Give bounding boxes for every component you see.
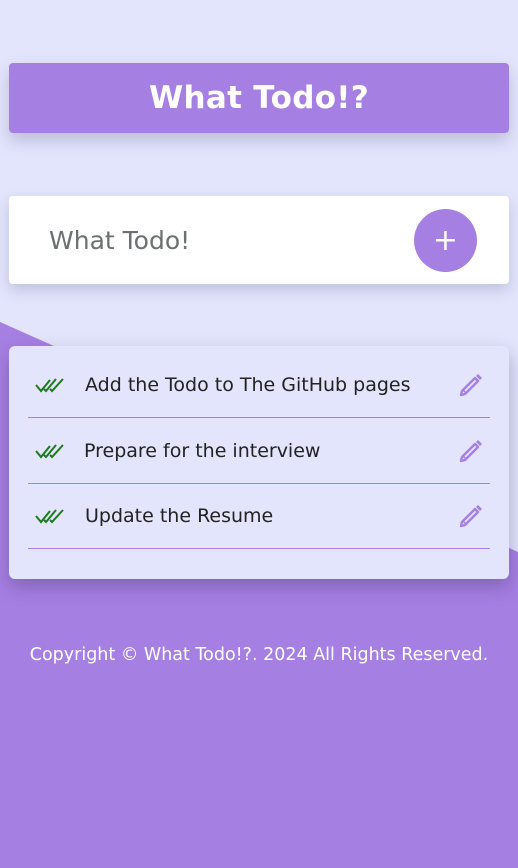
todo-item: Add the Todo to The GitHub pages <box>28 352 490 418</box>
pencil-icon[interactable] <box>458 372 484 398</box>
todo-text: Prepare for the interview <box>84 439 321 462</box>
todo-text: Add the Todo to The GitHub pages <box>85 373 411 396</box>
app-title: What Todo!? <box>148 80 370 116</box>
pencil-icon[interactable] <box>458 503 484 529</box>
add-todo-button[interactable]: + <box>414 209 477 272</box>
todo-item: Prepare for the interview <box>28 418 490 484</box>
todo-input[interactable] <box>49 220 389 260</box>
plus-icon: + <box>432 223 459 258</box>
double-check-icon[interactable] <box>35 375 65 395</box>
todo-list: Add the Todo to The GitHub pages Prepare… <box>9 346 509 579</box>
app-header: What Todo!? <box>9 63 509 133</box>
footer-copyright: Copyright © What Todo!?. 2024 All Rights… <box>29 645 489 665</box>
todo-text: Update the Resume <box>85 504 274 527</box>
double-check-icon[interactable] <box>35 441 65 461</box>
todo-input-card: + <box>9 196 509 284</box>
pencil-icon[interactable] <box>458 438 484 464</box>
double-check-icon[interactable] <box>35 506 65 526</box>
todo-item: Update the Resume <box>28 483 490 549</box>
